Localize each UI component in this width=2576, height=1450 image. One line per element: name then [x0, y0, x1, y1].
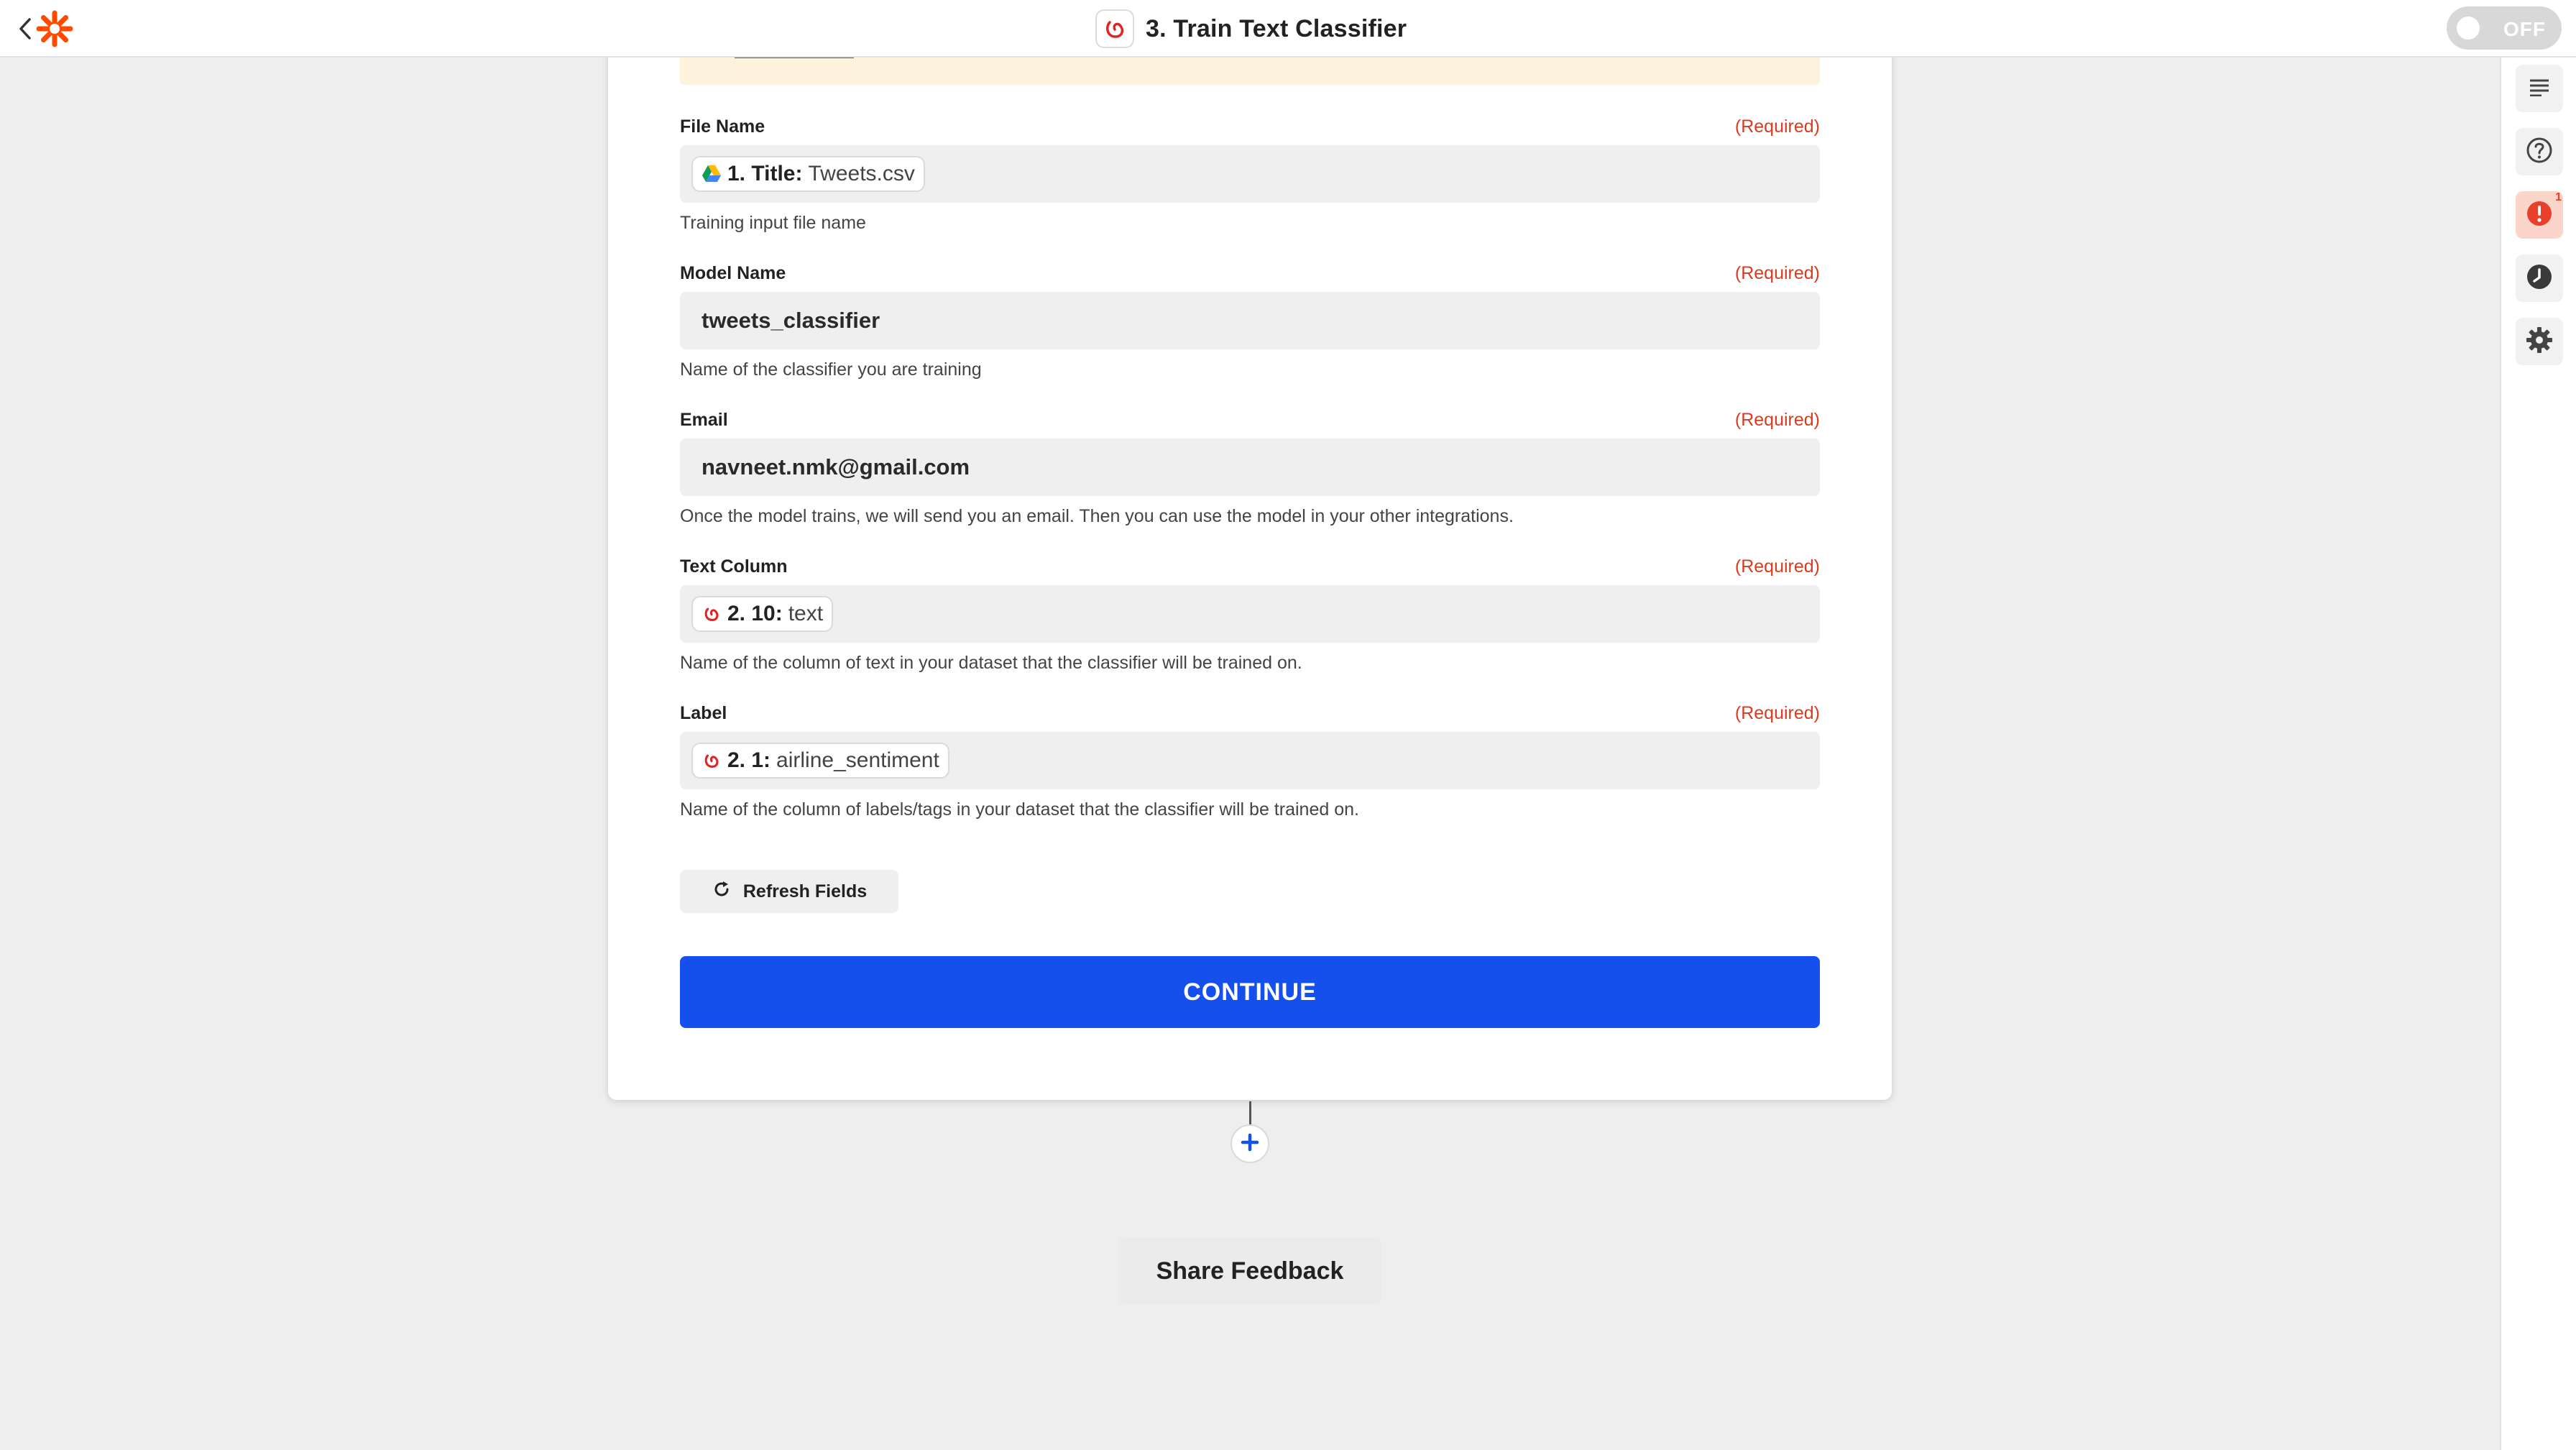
back-button[interactable]	[16, 10, 73, 47]
toggle-knob	[2457, 17, 2480, 40]
zapier-logo-icon	[36, 10, 73, 47]
zap-step-title[interactable]: 3. Train Text Classifier	[1095, 9, 1407, 49]
alert-count-badge: 1	[2555, 191, 2562, 203]
refresh-fields-button[interactable]: Refresh Fields	[680, 870, 898, 913]
add-step-button[interactable]	[1230, 1124, 1269, 1163]
top-bar: 3. Train Text Classifier OFF	[0, 0, 2576, 58]
nanonets-icon	[702, 751, 722, 771]
input-value: tweets_classifier	[702, 308, 880, 333]
field-help-text: Name of the column of labels/tags in you…	[680, 799, 1359, 820]
settings-button[interactable]	[2516, 318, 2563, 365]
history-button[interactable]	[2516, 254, 2563, 302]
alert-icon	[2525, 199, 2554, 231]
file-name-input[interactable]: 1. Title: Tweets.csv	[680, 145, 1820, 203]
mapped-field-token[interactable]: 1. Title: Tweets.csv	[691, 156, 925, 192]
field-label: File Name	[680, 116, 765, 137]
refresh-fields-label: Refresh Fields	[742, 881, 868, 901]
email-field: Email (Required) navneet.nmk@gmail.com O…	[680, 408, 1820, 527]
help-icon	[2525, 136, 2554, 168]
help-button[interactable]	[2516, 128, 2563, 175]
email-input[interactable]: navneet.nmk@gmail.com	[680, 439, 1820, 496]
label-field: Label (Required) 2. 1: airline_sentiment…	[680, 702, 1820, 820]
toggle-state-label: OFF	[2503, 18, 2546, 40]
right-sidebar: 1	[2500, 58, 2576, 1450]
model-name-field: Model Name (Required) tweets_classifier …	[680, 262, 1820, 380]
details-icon	[2529, 78, 2550, 100]
field-label: Label	[680, 702, 727, 723]
required-indicator: (Required)	[1734, 116, 1820, 137]
google-drive-icon	[702, 164, 722, 184]
field-help-text: Training input file name	[680, 213, 866, 233]
text-column-input[interactable]: 2. 10: text	[680, 585, 1820, 643]
nanonets-icon	[1095, 9, 1134, 48]
chevron-left-icon	[16, 14, 34, 43]
mapped-field-token[interactable]: 2. 1: airline_sentiment	[691, 743, 949, 779]
field-label: Email	[680, 409, 728, 430]
label-input[interactable]: 2. 1: airline_sentiment	[680, 732, 1820, 789]
continue-button[interactable]: CONTINUE	[680, 956, 1820, 1028]
field-help-text: Name of the classifier you are training	[680, 359, 982, 380]
settings-icon	[2525, 326, 2554, 358]
zap-on-off-toggle[interactable]: OFF	[2447, 6, 2562, 50]
file-name-field: File Name (Required) 1. Title: Tweets.cs…	[680, 115, 1820, 234]
field-help-text: Once the model trains, we will send you …	[680, 506, 1514, 526]
input-value: navneet.nmk@gmail.com	[702, 454, 970, 479]
continue-label: CONTINUE	[1183, 978, 1317, 1006]
refresh-icon	[712, 879, 732, 904]
field-label: Model Name	[680, 262, 786, 283]
details-button[interactable]	[2516, 65, 2563, 112]
share-feedback-label: Share Feedback	[1156, 1257, 1344, 1285]
nanonets-icon	[702, 604, 722, 624]
plus-icon	[1240, 1132, 1260, 1156]
field-label: Text Column	[680, 556, 788, 577]
mapped-field-token[interactable]: 2. 10: text	[691, 596, 834, 632]
share-feedback-button[interactable]: Share Feedback	[1118, 1238, 1381, 1304]
page-title: 3. Train Text Classifier	[1146, 14, 1407, 42]
text-column-field: Text Column (Required) 2. 10: text Name …	[680, 555, 1820, 674]
model-name-input[interactable]: tweets_classifier	[680, 292, 1820, 349]
required-indicator: (Required)	[1734, 556, 1820, 577]
required-indicator: (Required)	[1734, 262, 1820, 283]
alerts-button[interactable]: 1	[2516, 191, 2563, 239]
field-help-text: Name of the column of text in your datas…	[680, 653, 1302, 673]
history-icon	[2525, 262, 2554, 295]
required-indicator: (Required)	[1734, 702, 1820, 723]
step-editor-card: File Name (Required) 1. Title: Tweets.cs…	[608, 0, 1892, 1100]
step-connector	[1249, 1101, 1251, 1127]
required-indicator: (Required)	[1734, 409, 1820, 430]
